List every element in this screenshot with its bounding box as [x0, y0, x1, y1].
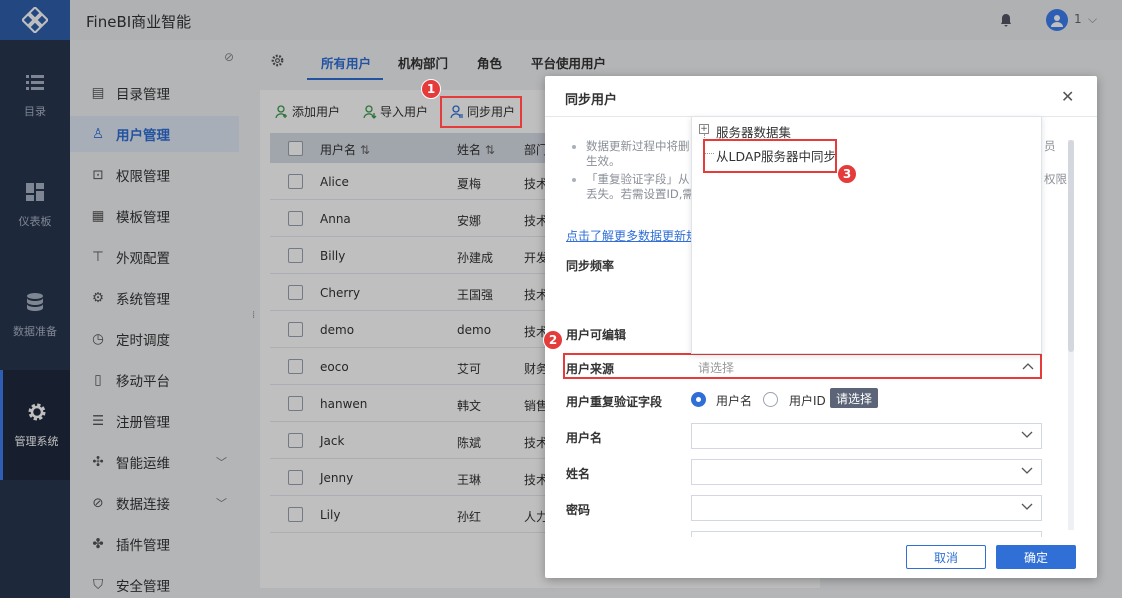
- note-line: 生效。: [586, 154, 621, 168]
- username-select[interactable]: [691, 423, 1042, 449]
- highlight-ldap-option: [703, 139, 837, 173]
- radio-username[interactable]: [691, 392, 706, 407]
- next-field-partial: [691, 531, 1042, 537]
- cancel-button[interactable]: 取消: [906, 545, 986, 569]
- note-line: 权限: [1044, 172, 1067, 186]
- username-field-label: 用户名: [566, 431, 603, 445]
- radio-userid-label: 用户ID: [789, 394, 826, 408]
- scrollbar-thumb[interactable]: [1068, 140, 1074, 352]
- learn-more-link[interactable]: 点击了解更多数据更新规: [566, 227, 698, 244]
- step-badge-2: 2: [543, 330, 563, 350]
- highlight-user-source: [563, 353, 1042, 379]
- step-badge-1: 1: [421, 79, 441, 99]
- password-field-label: 密码: [566, 503, 591, 517]
- password-select[interactable]: [691, 495, 1042, 521]
- note-line: 员: [1044, 139, 1056, 153]
- expand-icon[interactable]: +: [699, 124, 709, 134]
- name-select[interactable]: [691, 459, 1042, 485]
- confirm-button[interactable]: 确定: [996, 545, 1076, 569]
- user-editable-label: 用户可编辑: [566, 328, 627, 342]
- dup-field-label: 用户重复验证字段: [566, 395, 663, 409]
- step-badge-3: 3: [837, 164, 857, 184]
- note-line: 丢失。若需设置ID,需: [586, 187, 694, 201]
- dialog-title: 同步用户: [565, 93, 618, 108]
- name-field-label: 姓名: [566, 467, 591, 481]
- chevron-down-icon: [1021, 503, 1033, 510]
- tooltip: 请选择: [830, 388, 879, 408]
- close-icon[interactable]: ✕: [1061, 87, 1074, 106]
- highlight-sync-button: [440, 96, 522, 128]
- note-line: 「重复验证字段」从: [586, 172, 690, 186]
- radio-dot: [696, 397, 701, 402]
- radio-username-label: 用户名: [716, 394, 753, 408]
- bullet: [572, 145, 576, 149]
- bullet: [572, 178, 576, 182]
- note-line: 数据更新过程中将删: [586, 139, 690, 153]
- chevron-down-icon: [1021, 467, 1033, 474]
- sync-frequency-label: 同步频率: [566, 259, 615, 273]
- radio-userid[interactable]: [763, 392, 778, 407]
- chevron-down-icon: [1021, 431, 1033, 438]
